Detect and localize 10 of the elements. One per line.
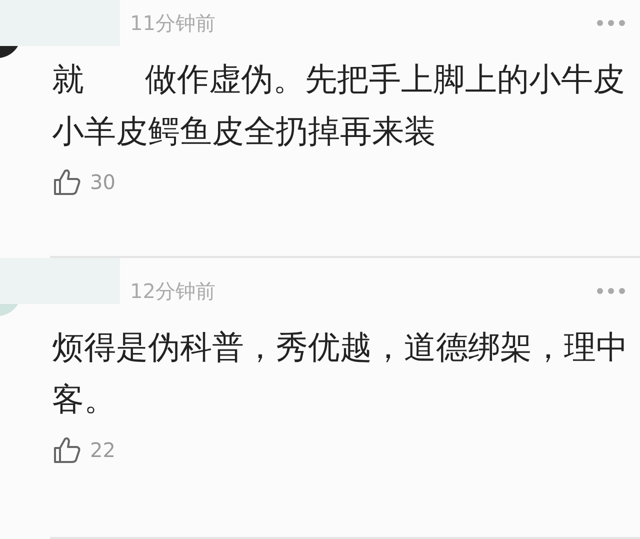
comment-text: 就 做作虚伪。先把手上脚上的小牛皮小羊皮鳄鱼皮全扔掉再来装 xyxy=(52,59,626,152)
comment-text: 烦得是伪科普，秀优越，道德绑架，理中客。 xyxy=(52,327,629,420)
thumbs-up-icon[interactable] xyxy=(52,435,82,465)
comment-time: 12分钟前 xyxy=(130,278,216,304)
avatar-edge xyxy=(0,304,18,318)
like-count: 22 xyxy=(90,437,116,464)
like-count: 30 xyxy=(90,169,116,196)
avatar-edge xyxy=(0,46,18,60)
comment-time: 11分钟前 xyxy=(130,10,216,36)
thumbs-up-icon[interactable] xyxy=(52,167,82,197)
